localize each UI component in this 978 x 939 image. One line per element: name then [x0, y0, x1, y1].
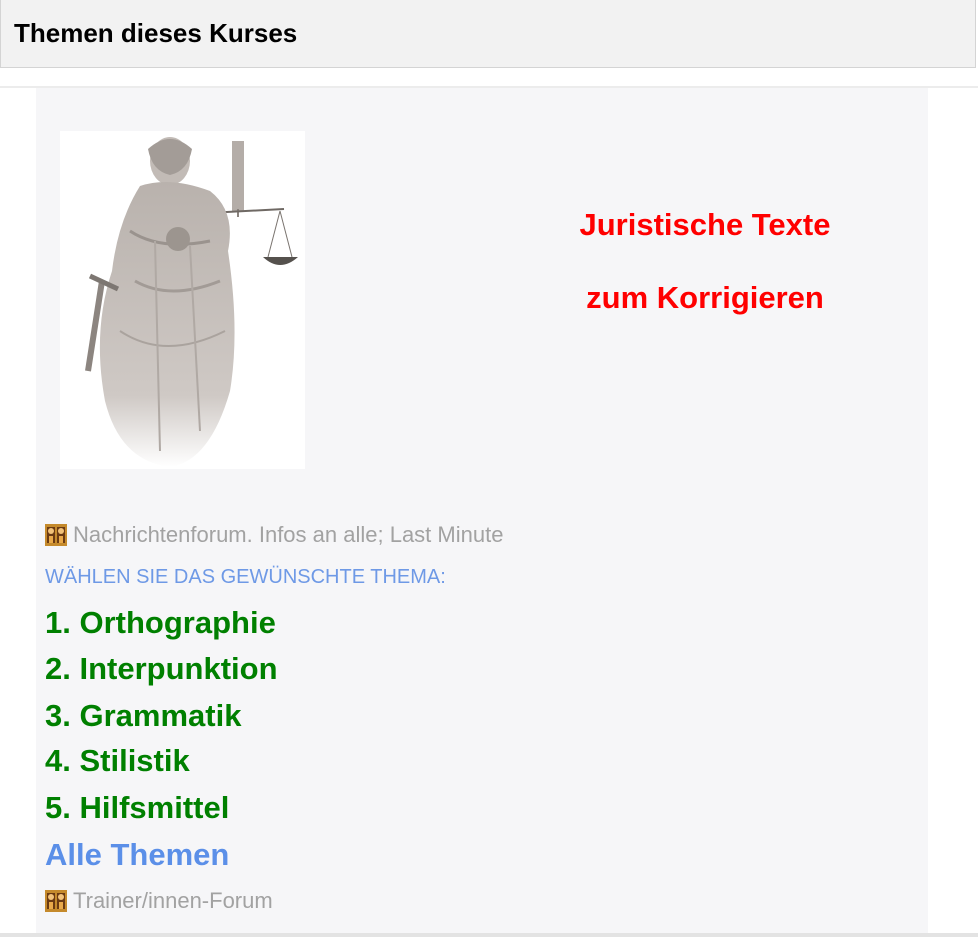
topic-link-orthographie[interactable]: 1. Orthographie	[45, 605, 276, 641]
justitia-statue-image	[60, 131, 305, 469]
forum-people-icon	[45, 890, 67, 912]
topic-link-stilistik[interactable]: 4. Stilistik	[45, 743, 190, 779]
all-topics-link[interactable]: Alle Themen	[45, 837, 229, 873]
topic-link-hilfsmittel[interactable]: 5. Hilfsmittel	[45, 790, 229, 826]
justitia-statue-graphic	[85, 137, 298, 467]
news-forum-label[interactable]: Nachrichtenforum. Infos an alle; Last Mi…	[73, 522, 503, 548]
topic-link-interpunktion[interactable]: 2. Interpunktion	[45, 651, 278, 687]
forum-people-icon	[45, 524, 67, 546]
news-forum-link[interactable]: Nachrichtenforum. Infos an alle; Last Mi…	[45, 522, 503, 548]
topic-link-grammatik[interactable]: 3. Grammatik	[45, 698, 241, 734]
section-header: Themen dieses Kurses	[0, 0, 976, 68]
course-title-line-1: Juristische Texte	[579, 207, 831, 242]
topic-instruction: WÄHLEN SIE DAS GEWÜNSCHTE THEMA:	[45, 566, 446, 588]
trainer-forum-link[interactable]: Trainer/innen-Forum	[45, 888, 273, 914]
section-title: Themen dieses Kurses	[14, 18, 298, 48]
course-title-line-2: zum Korrigieren	[586, 280, 824, 315]
divider	[0, 933, 978, 937]
trainer-forum-label[interactable]: Trainer/innen-Forum	[73, 888, 273, 914]
